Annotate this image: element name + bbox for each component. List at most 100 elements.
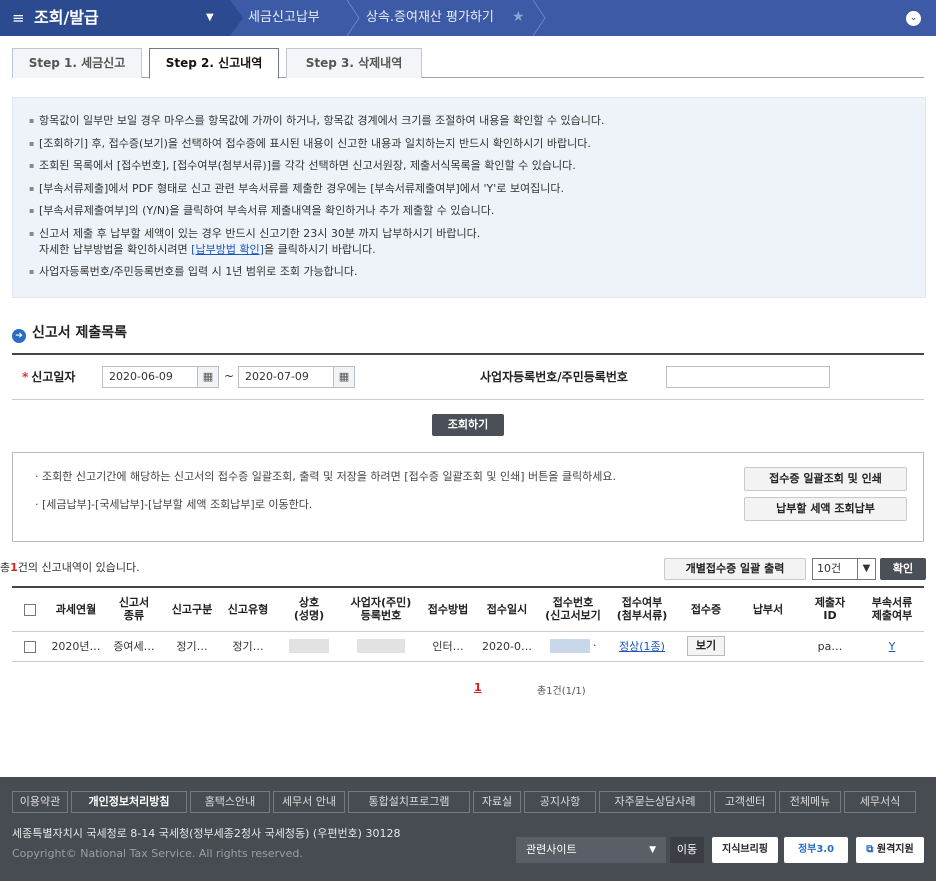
info-item: [부속서류제출여부]의 (Y/N)을 클릭하여 부속서류 제출내역을 확인하거나… (29, 203, 909, 219)
breadcrumb-item[interactable]: 상속.증여재산 평가하기 (366, 10, 494, 26)
hamburger-icon: ≡ (12, 9, 25, 27)
expand-chevron-icon[interactable]: ⌄ (906, 11, 921, 26)
notice-line: · [세금납부]-[국세납부]-[납부할 세액 조회납부]로 이동한다. (35, 498, 313, 511)
biz-number-input[interactable] (666, 366, 830, 388)
related-sites-select[interactable]: 관련사이트 ▼ (516, 837, 666, 863)
info-item: [부속서류제출]에서 PDF 형태로 신고 관련 부속서류를 제출한 경우에는 … (29, 181, 909, 197)
masked-id (357, 639, 405, 653)
row-select-cell[interactable] (12, 631, 48, 662)
table-header-row: 과세연월 신고서 종류 신고구분 신고유형 상호 (성명) 사업자(주민) 등록번호 … (12, 587, 924, 632)
cell-receipt-number[interactable]: · (538, 631, 608, 662)
footer-link-installer[interactable]: 통합설치프로그램 (348, 791, 470, 813)
footer-link-archive[interactable]: 자료실 (473, 791, 521, 813)
date-range-tilde: ~ (224, 369, 235, 383)
cell-kind: 정기… (220, 631, 276, 662)
breadcrumb-separator-icon (532, 0, 546, 36)
page-size-select[interactable]: 10건 ▼ (812, 558, 876, 580)
footer-link-all-menu[interactable]: 전체메뉴 (779, 791, 841, 813)
header-date: 접수일시 (476, 587, 538, 632)
bulk-receipt-print-button[interactable]: 접수증 일괄조회 및 인쇄 (744, 467, 907, 491)
cell-attachment[interactable]: Y (860, 631, 924, 662)
view-receipt-button[interactable]: 보기 (686, 636, 726, 656)
status-link[interactable]: 정상(1종) (619, 640, 665, 653)
header-text: 사업자(주민) (350, 596, 412, 610)
calendar-icon[interactable]: ▦ (197, 366, 219, 388)
tab-step2[interactable]: Step 2. 신고내역 (149, 48, 279, 79)
info-item: 항목값이 일부만 보일 경우 마우스를 항목값에 가까이 하거나, 항목값 경계… (29, 113, 909, 129)
related-sites-label: 관련사이트 (526, 843, 577, 856)
footer-link-terms[interactable]: 이용약관 (12, 791, 68, 813)
count-text: 건의 신고내역이 있습니다. (17, 561, 140, 574)
footer-link-faq[interactable]: 자주묻는상담사례 (599, 791, 711, 813)
arrow-circle-icon: ➔ (12, 329, 26, 343)
step-tabs: Step 1. 세금신고 Step 2. 신고내역 Step 3. 삭제내역 (12, 48, 924, 79)
date-label: * 신고일자 (22, 369, 75, 385)
tab-step1[interactable]: Step 1. 세금신고 (12, 48, 142, 78)
go-button[interactable]: 이동 (670, 837, 704, 863)
header-text: (성명) (293, 609, 325, 623)
table-row: 2020년… 증여세… 정기… 정기… 인터… 2020-0… · 정상(1종)… (12, 631, 924, 662)
header-text: 등록번호 (360, 609, 402, 623)
search-button[interactable]: 조회하기 (432, 414, 504, 436)
cell-tax-office (736, 631, 800, 662)
info-item: 신고서 제출 후 납부할 세액이 있는 경우 반드시 신고기한 23시 30분 … (29, 226, 909, 258)
footer-link-privacy[interactable]: 개인정보처리방침 (71, 791, 187, 813)
header-text: ID (823, 609, 837, 623)
remote-support-button[interactable]: ⧉ 원격지원 (856, 837, 924, 863)
header-text: 종류 (123, 609, 145, 623)
favorite-star-icon[interactable]: ★ (512, 9, 525, 25)
footer-link-notice[interactable]: 공지사항 (524, 791, 596, 813)
search-form: * 신고일자 2020-06-09 ▦ ~ 2020-07-09 ▦ 사업자등록번… (12, 353, 924, 400)
header-tax-office: 납부서 (736, 587, 800, 632)
footer-copyright: Copyright© National Tax Service. All rig… (12, 847, 303, 860)
payment-method-link[interactable]: [납부방법 확인] (191, 243, 264, 256)
page-link-current[interactable]: 1 (474, 681, 482, 694)
breadcrumb-item[interactable]: 세금신고납부 (248, 10, 320, 26)
row-checkbox[interactable] (24, 640, 36, 653)
cell-category: 정기… (164, 631, 220, 662)
footer-link-tax-office[interactable]: 세무서 안내 (273, 791, 345, 813)
tax-payment-button[interactable]: 납부할 세액 조회납부 (744, 497, 907, 521)
calendar-icon[interactable]: ▦ (333, 366, 355, 388)
date-from-input[interactable]: 2020-06-09 (102, 366, 198, 388)
cell-receipt: 보기 (676, 631, 736, 662)
header-receipt: 접수증 (676, 587, 736, 632)
info-text: 을 클릭하시기 바랍니다. (263, 242, 376, 256)
select-all-header[interactable] (12, 587, 48, 632)
caret-down-icon: ▼ (649, 845, 656, 855)
info-item: [조회하기] 후, 접수증(보기)을 선택하여 접수증에 표시된 내용이 신고한… (29, 136, 909, 152)
menu-button[interactable]: ≡ 조회/발급 ▼ (0, 0, 230, 36)
date-to-input[interactable]: 2020-07-09 (238, 366, 334, 388)
masked-receipt-number[interactable] (549, 639, 590, 653)
info-text: 자세한 납부방법을 확인하시려면 (39, 242, 192, 256)
cell-date: 2020-0… (476, 631, 538, 662)
attachment-link[interactable]: Y (889, 640, 896, 653)
cell-submitter: pa… (800, 631, 860, 662)
section-title-text: 신고서 제출목록 (32, 325, 128, 341)
cell-type: 증여세… (104, 631, 164, 662)
remote-support-icon: ⧉ (866, 844, 874, 855)
gov30-badge[interactable]: 정부3.0 (784, 837, 848, 863)
caret-down-icon: ▼ (206, 12, 214, 23)
footer-link-hometax-guide[interactable]: 홈택스안내 (190, 791, 270, 813)
declaration-table: 과세연월 신고서 종류 신고구분 신고유형 상호 (성명) 사업자(주민) 등록번호 … (12, 586, 924, 662)
biz-number-label: 사업자등록번호/주민등록번호 (480, 370, 628, 384)
confirm-button[interactable]: 확인 (880, 558, 926, 580)
tab-step3[interactable]: Step 3. 삭제내역 (286, 48, 422, 78)
breadcrumb-separator-icon (346, 0, 360, 36)
top-nav: ≡ 조회/발급 ▼ 세금신고납부 상속.증여재산 평가하기 ★ ⌄ (0, 0, 936, 36)
cell-method: 인터… (420, 631, 476, 662)
info-item: 조회된 목록에서 [접수번호], [접수여부(첨부서류)]를 각각 선택하면 신… (29, 158, 909, 174)
cell-status[interactable]: 정상(1종) (608, 631, 676, 662)
header-text: 신고서 (118, 596, 150, 610)
header-method: 접수방법 (420, 587, 476, 632)
footer-link-tax-forms[interactable]: 세무서식 (844, 791, 916, 813)
required-mark: * (22, 370, 29, 384)
masked-name (289, 639, 329, 653)
briefing-badge[interactable]: 지식브리핑 (712, 837, 778, 863)
menu-title: 조회/발급 (34, 8, 99, 27)
footer-link-customer-center[interactable]: 고객센터 (714, 791, 776, 813)
bulk-print-button[interactable]: 개별접수증 일괄 출력 (664, 558, 806, 580)
info-text: 신고서 제출 후 납부할 세액이 있는 경우 반드시 신고기한 23시 30분 … (39, 226, 481, 240)
select-all-checkbox[interactable] (24, 603, 36, 616)
